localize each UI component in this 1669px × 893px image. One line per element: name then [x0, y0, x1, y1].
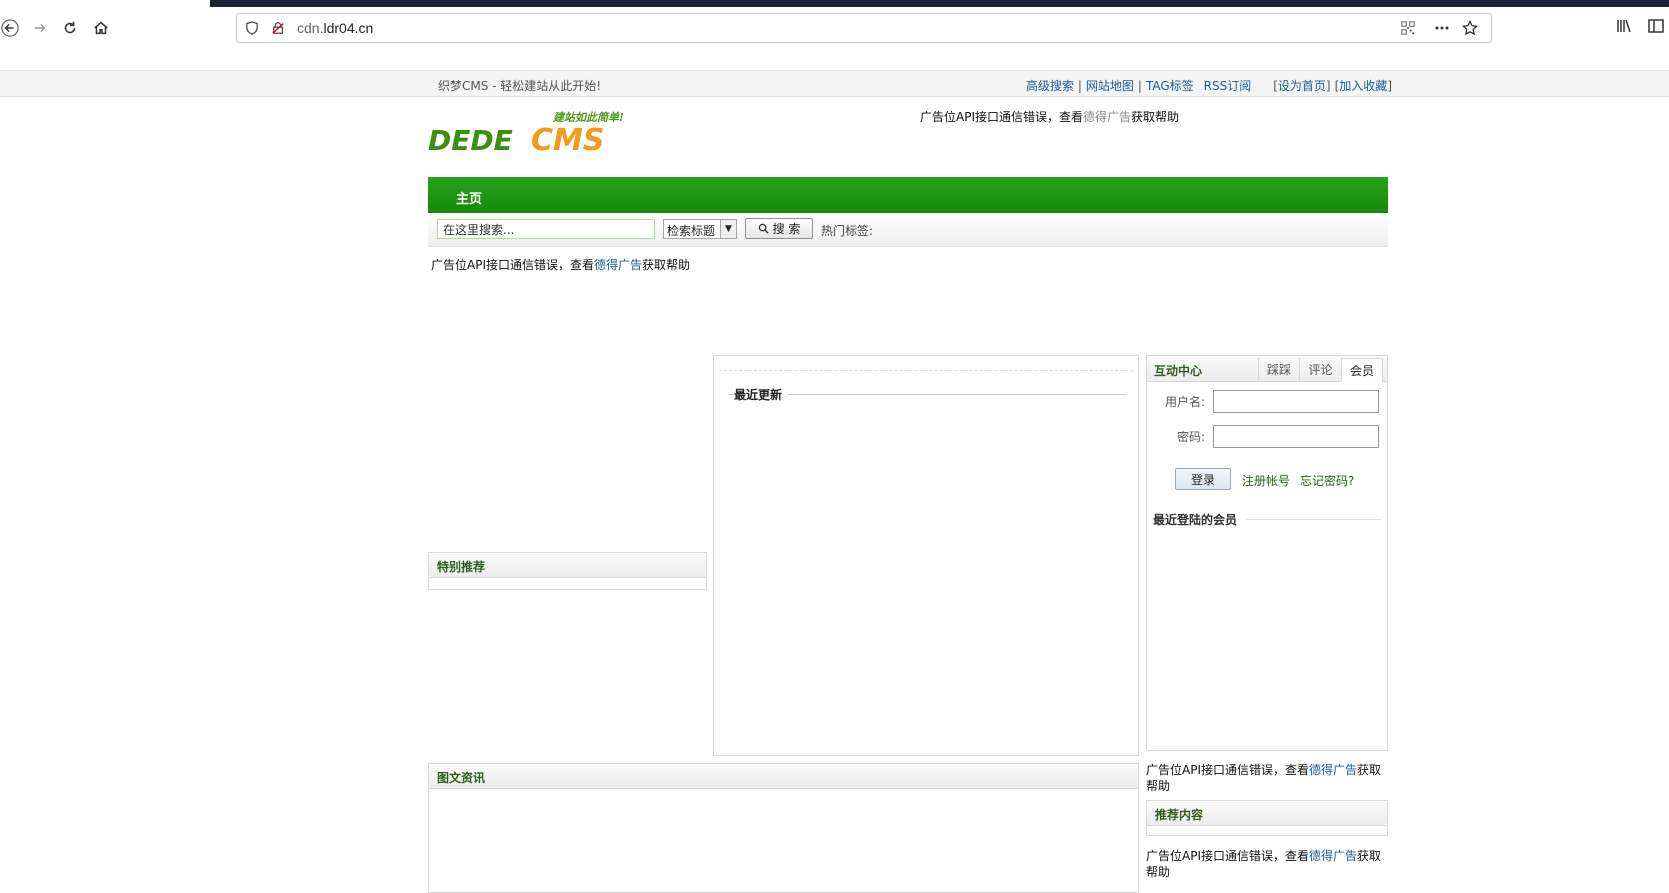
address-bar[interactable]: cdn.ldr04.cn [236, 13, 1492, 43]
site-top-bar: 织梦CMS - 轻松建站从此开始! 高级搜索 | 网站地图 | TAG标签 RSS订阅 [设… [0, 70, 1669, 97]
box-header: 特别推荐 [429, 553, 706, 578]
forgot-password-link[interactable]: 忘记密码? [1300, 472, 1354, 489]
ad-link[interactable]: 德得广告 [1309, 763, 1357, 777]
sidebar-icon[interactable] [1644, 14, 1668, 38]
ad-link[interactable]: 德得广告 [1083, 110, 1131, 124]
picture-news-title: 图文资讯 [437, 771, 486, 785]
side-ad-text: 广告位API接口通信错误，查看德得广告获取帮助 [1146, 762, 1390, 794]
header-ad-text: 广告位API接口通信错误，查看德得广告获取帮助 [920, 108, 1179, 125]
bracket: ] [1387, 79, 1392, 93]
username-field[interactable] [1213, 390, 1379, 413]
home-button[interactable] [87, 14, 115, 42]
nav-home-link[interactable]: 主页 [456, 188, 482, 207]
insecure-lock-icon[interactable] [269, 19, 287, 37]
chevron-down-icon[interactable]: ▼ [720, 220, 736, 238]
qr-code-icon[interactable] [1399, 19, 1417, 37]
recent-updates-title: 最近更新 [734, 386, 789, 403]
separator: | [1137, 79, 1142, 93]
search-type-select[interactable]: 检索标题 ▼ [663, 219, 737, 239]
url-domain-prefix: cdn. [297, 20, 324, 36]
recommended-content-title: 推荐内容 [1155, 808, 1204, 822]
box-header: 推荐内容 [1147, 801, 1387, 826]
member-tabs: 互动中心 踩踩 评论 会员 [1147, 356, 1387, 382]
member-center-title: 互动中心 [1154, 364, 1203, 378]
recent-updates-box: 最近更新 [713, 355, 1139, 756]
password-label: 密码: [1177, 430, 1206, 444]
tab-member[interactable]: 会员 [1341, 358, 1383, 382]
advanced-search-link[interactable]: 高级搜索 [1026, 79, 1074, 93]
ad-prefix: 广告位API接口通信错误，查看 [920, 110, 1083, 124]
ad-suffix: 获取帮助 [642, 258, 691, 272]
rss-link[interactable]: RSS订阅 [1204, 79, 1252, 93]
special-recommend-title: 特别推荐 [437, 560, 486, 574]
top-links: 高级搜索 | 网站地图 | TAG标签 RSS订阅 [设为首页] [加入收藏] [1026, 77, 1392, 94]
set-home-link[interactable]: 设为首页 [1278, 79, 1326, 93]
more-icon[interactable] [1433, 19, 1451, 37]
arrow-right-icon [34, 23, 46, 33]
ad-prefix: 广告位API接口通信错误，查看 [1146, 763, 1309, 777]
box-header: 图文资讯 [429, 764, 1138, 789]
tags-link[interactable]: TAG标签 [1146, 79, 1194, 93]
logo-text-cms: CMS [531, 123, 604, 158]
search-bar: 检索标题 ▼ 搜 索 热门标签: [428, 213, 1388, 247]
search-icon [758, 223, 769, 234]
login-button[interactable]: 登录 [1175, 468, 1231, 490]
search-button-label: 搜 索 [772, 222, 801, 236]
dedecms-logo[interactable]: 建站如此简单! DEDE CMS [428, 108, 643, 164]
sitemap-link[interactable]: 网站地图 [1086, 79, 1134, 93]
ad-prefix: 广告位API接口通信错误，查看 [431, 258, 594, 272]
ad-link[interactable]: 德得广告 [594, 258, 642, 272]
search-input[interactable] [437, 219, 655, 239]
bookmark-star-icon[interactable] [1461, 19, 1479, 37]
divider [719, 370, 1133, 371]
reload-icon [64, 21, 76, 34]
divider [1247, 519, 1381, 520]
ad-banner-text: 广告位API接口通信错误，查看德得广告获取帮助 [431, 256, 690, 273]
member-center-box: 互动中心 踩踩 评论 会员 用户名: 密码: 登录 注册帐号 忘记密码? 最近登… [1146, 355, 1388, 751]
url-text[interactable]: cdn.ldr04.cn [297, 20, 373, 36]
browser-top-strip [210, 0, 1669, 7]
bracket: ] [1325, 79, 1331, 93]
recent-members-title: 最近登陆的会员 [1153, 511, 1244, 528]
special-recommend-box: 特别推荐 [428, 552, 707, 590]
ad-suffix: 获取帮助 [1131, 110, 1180, 124]
hot-tags-label: 热门标签: [821, 224, 874, 238]
welcome-text: 织梦CMS - 轻松建站从此开始! [438, 79, 602, 93]
reload-button[interactable] [56, 14, 84, 42]
main-nav-bar: 主页 [428, 177, 1388, 213]
search-type-value: 检索标题 [667, 224, 716, 238]
recommended-content-box: 推荐内容 [1146, 800, 1388, 836]
logo-text-dede: DEDE [428, 124, 513, 157]
ad-prefix: 广告位API接口通信错误，查看 [1146, 849, 1309, 863]
separator: | [1077, 79, 1082, 93]
tab-comments[interactable]: 评论 [1299, 358, 1341, 381]
forward-button[interactable] [26, 14, 54, 42]
register-link[interactable]: 注册帐号 [1242, 472, 1290, 489]
ad-link[interactable]: 德得广告 [1309, 849, 1357, 863]
password-field[interactable] [1213, 425, 1379, 448]
arrow-left-icon [1, 19, 19, 37]
url-domain-main: ldr04.cn [323, 20, 374, 36]
tab-digg[interactable]: 踩踩 [1258, 358, 1299, 381]
search-button[interactable]: 搜 索 [745, 218, 813, 239]
library-icon[interactable] [1612, 14, 1636, 38]
username-label: 用户名: [1165, 395, 1206, 409]
back-button[interactable] [0, 14, 24, 42]
shield-icon[interactable] [243, 19, 261, 37]
add-favorite-link[interactable]: 加入收藏 [1339, 79, 1387, 93]
side-ad-text-2: 广告位API接口通信错误，查看德得广告获取帮助 [1146, 848, 1390, 880]
picture-news-box: 图文资讯 [428, 763, 1139, 893]
home-icon [94, 21, 108, 35]
